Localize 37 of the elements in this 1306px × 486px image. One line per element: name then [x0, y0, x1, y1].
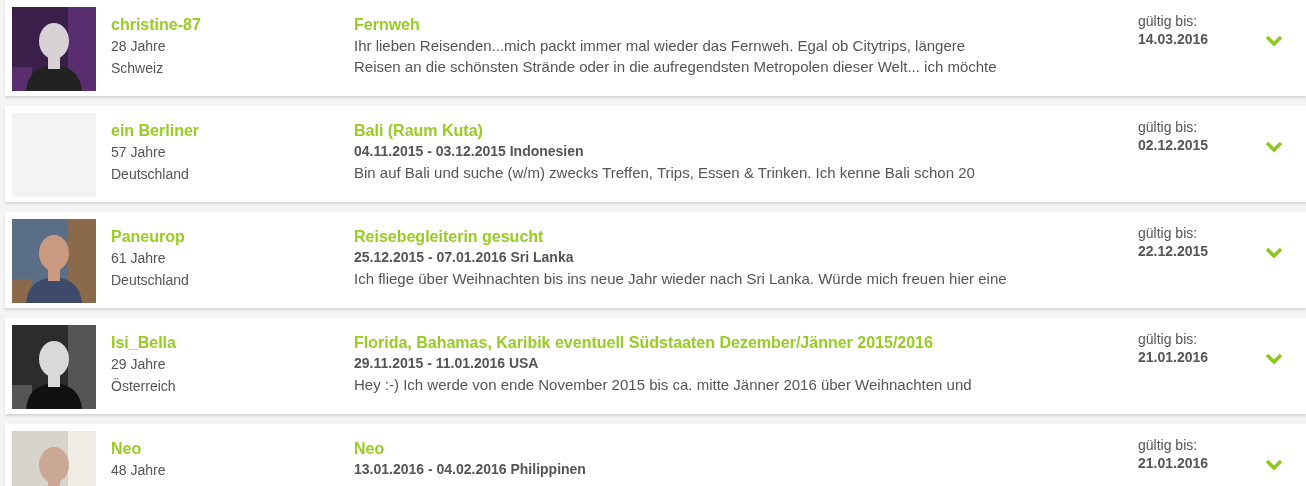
travel-dates: 29.11.2015 - 11.01.2016 USA	[354, 354, 539, 373]
valid-until-date: 14.03.2016	[1138, 30, 1209, 48]
listing-title-link[interactable]: Neo	[354, 438, 385, 459]
user-age: 28 Jahre	[111, 37, 167, 56]
travel-dates: 04.11.2015 - 03.12.2015 Indonesien	[354, 142, 584, 161]
valid-until-label: gültig bis:	[1138, 12, 1198, 30]
travel-dates: 13.01.2016 - 04.02.2016 Philippinen	[354, 460, 586, 479]
user-name-link[interactable]: christine-87	[111, 14, 201, 35]
listing-title-link[interactable]: Florida, Bahamas, Karibik eventuell Südstaaten Dezember/Jänner 2015/2016	[354, 332, 933, 353]
valid-until-date: 02.12.2015	[1138, 136, 1209, 154]
user-country: Schweiz	[111, 59, 165, 78]
valid-until-label: gültig bis:	[1138, 330, 1198, 348]
user-age: 48 Jahre	[111, 461, 167, 480]
user-country: Österreich	[111, 377, 177, 396]
user-country: Deutschland	[111, 271, 190, 290]
user-age: 61 Jahre	[111, 249, 167, 268]
listing-description: Hey :-) Ich werde von ende November 2015 bis ca. mitte Jänner 2016 über Weihnachten und	[354, 375, 973, 395]
user-name-link[interactable]: Isi_Bella	[111, 332, 176, 353]
user-name-link[interactable]: Neo	[111, 438, 142, 459]
listing-description: Bin auf Bali und suche (w/m) zwecks Treffen, Trips, Essen & Trinken. Ich kenne Bali schon 20	[354, 163, 976, 183]
listing-description: Ich fliege über Weihnachten bis ins neue Jahr wieder nach Sri Lanka. Würde mich freuen hier eine	[354, 269, 1008, 289]
valid-until-date: 21.01.2016	[1138, 454, 1209, 472]
listing-title-link[interactable]: Reisebegleiterin gesucht	[354, 226, 544, 247]
user-country: Deutschland	[111, 165, 190, 184]
valid-until-date: 22.12.2015	[1138, 242, 1209, 260]
user-age: 29 Jahre	[111, 355, 167, 374]
user-age: 57 Jahre	[111, 143, 167, 162]
valid-until-label: gültig bis:	[1138, 118, 1198, 136]
listing-description: Ihr lieben Reisenden...mich packt immer mal wieder das Fernweh. Egal ob Citytrips, längere Reisen an die schönsten Strände oder in die aufregendsten Metropolen dieser Welt... ich möchte	[354, 36, 998, 77]
valid-until-label: gültig bis:	[1138, 224, 1198, 242]
user-name-link[interactable]: Paneurop	[111, 226, 185, 247]
valid-until-date: 21.01.2016	[1138, 348, 1209, 366]
listing-title-link[interactable]: Bali (Raum Kuta)	[354, 120, 483, 141]
valid-until-label: gültig bis:	[1138, 436, 1198, 454]
listing-title-link[interactable]: Fernweh	[354, 14, 420, 35]
travel-dates: 25.12.2015 - 07.01.2016 Sri Lanka	[354, 248, 574, 267]
user-name-link[interactable]: ein Berliner	[111, 120, 200, 141]
